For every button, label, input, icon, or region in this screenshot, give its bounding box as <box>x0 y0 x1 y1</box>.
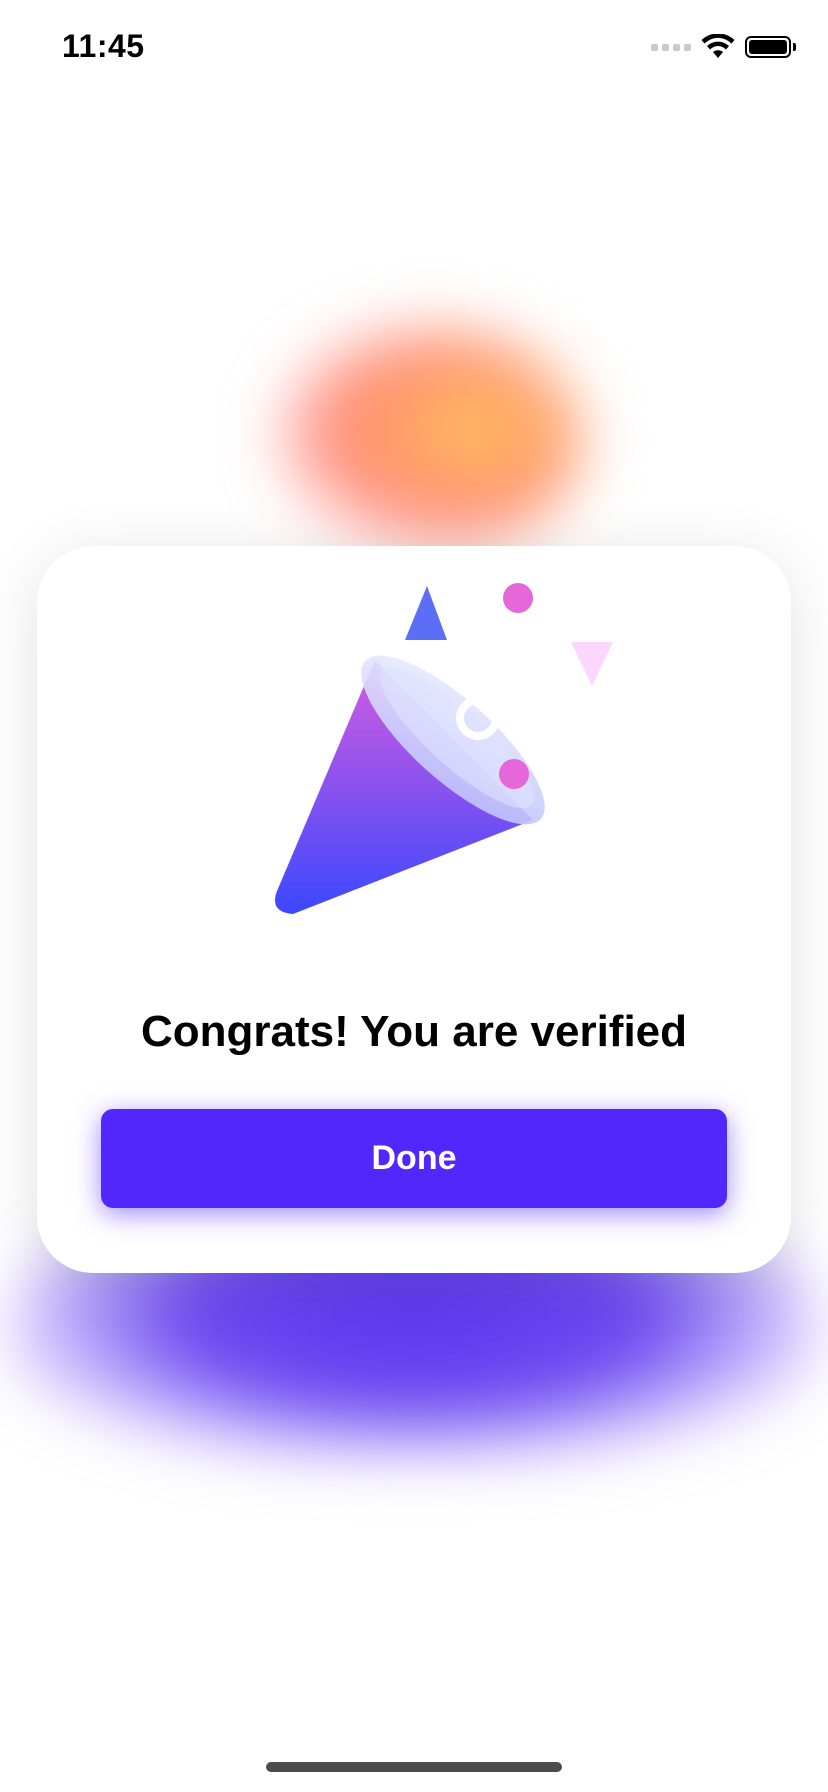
home-indicator[interactable] <box>266 1762 562 1772</box>
background-glow-warm <box>280 330 580 550</box>
status-time: 11:45 <box>62 28 145 64</box>
status-icons <box>651 34 796 60</box>
party-popper-icon <box>275 583 613 914</box>
status-bar: 11:45 <box>0 0 828 100</box>
wifi-icon <box>701 34 735 58</box>
cellular-signal-icon <box>651 43 691 51</box>
battery-icon <box>745 36 796 58</box>
dialog-title: Congrats! You are verified <box>140 1007 688 1056</box>
verification-success-screen: 11:45 Congrats! You are verified Done <box>0 0 828 1792</box>
done-button[interactable]: Done <box>101 1109 727 1208</box>
